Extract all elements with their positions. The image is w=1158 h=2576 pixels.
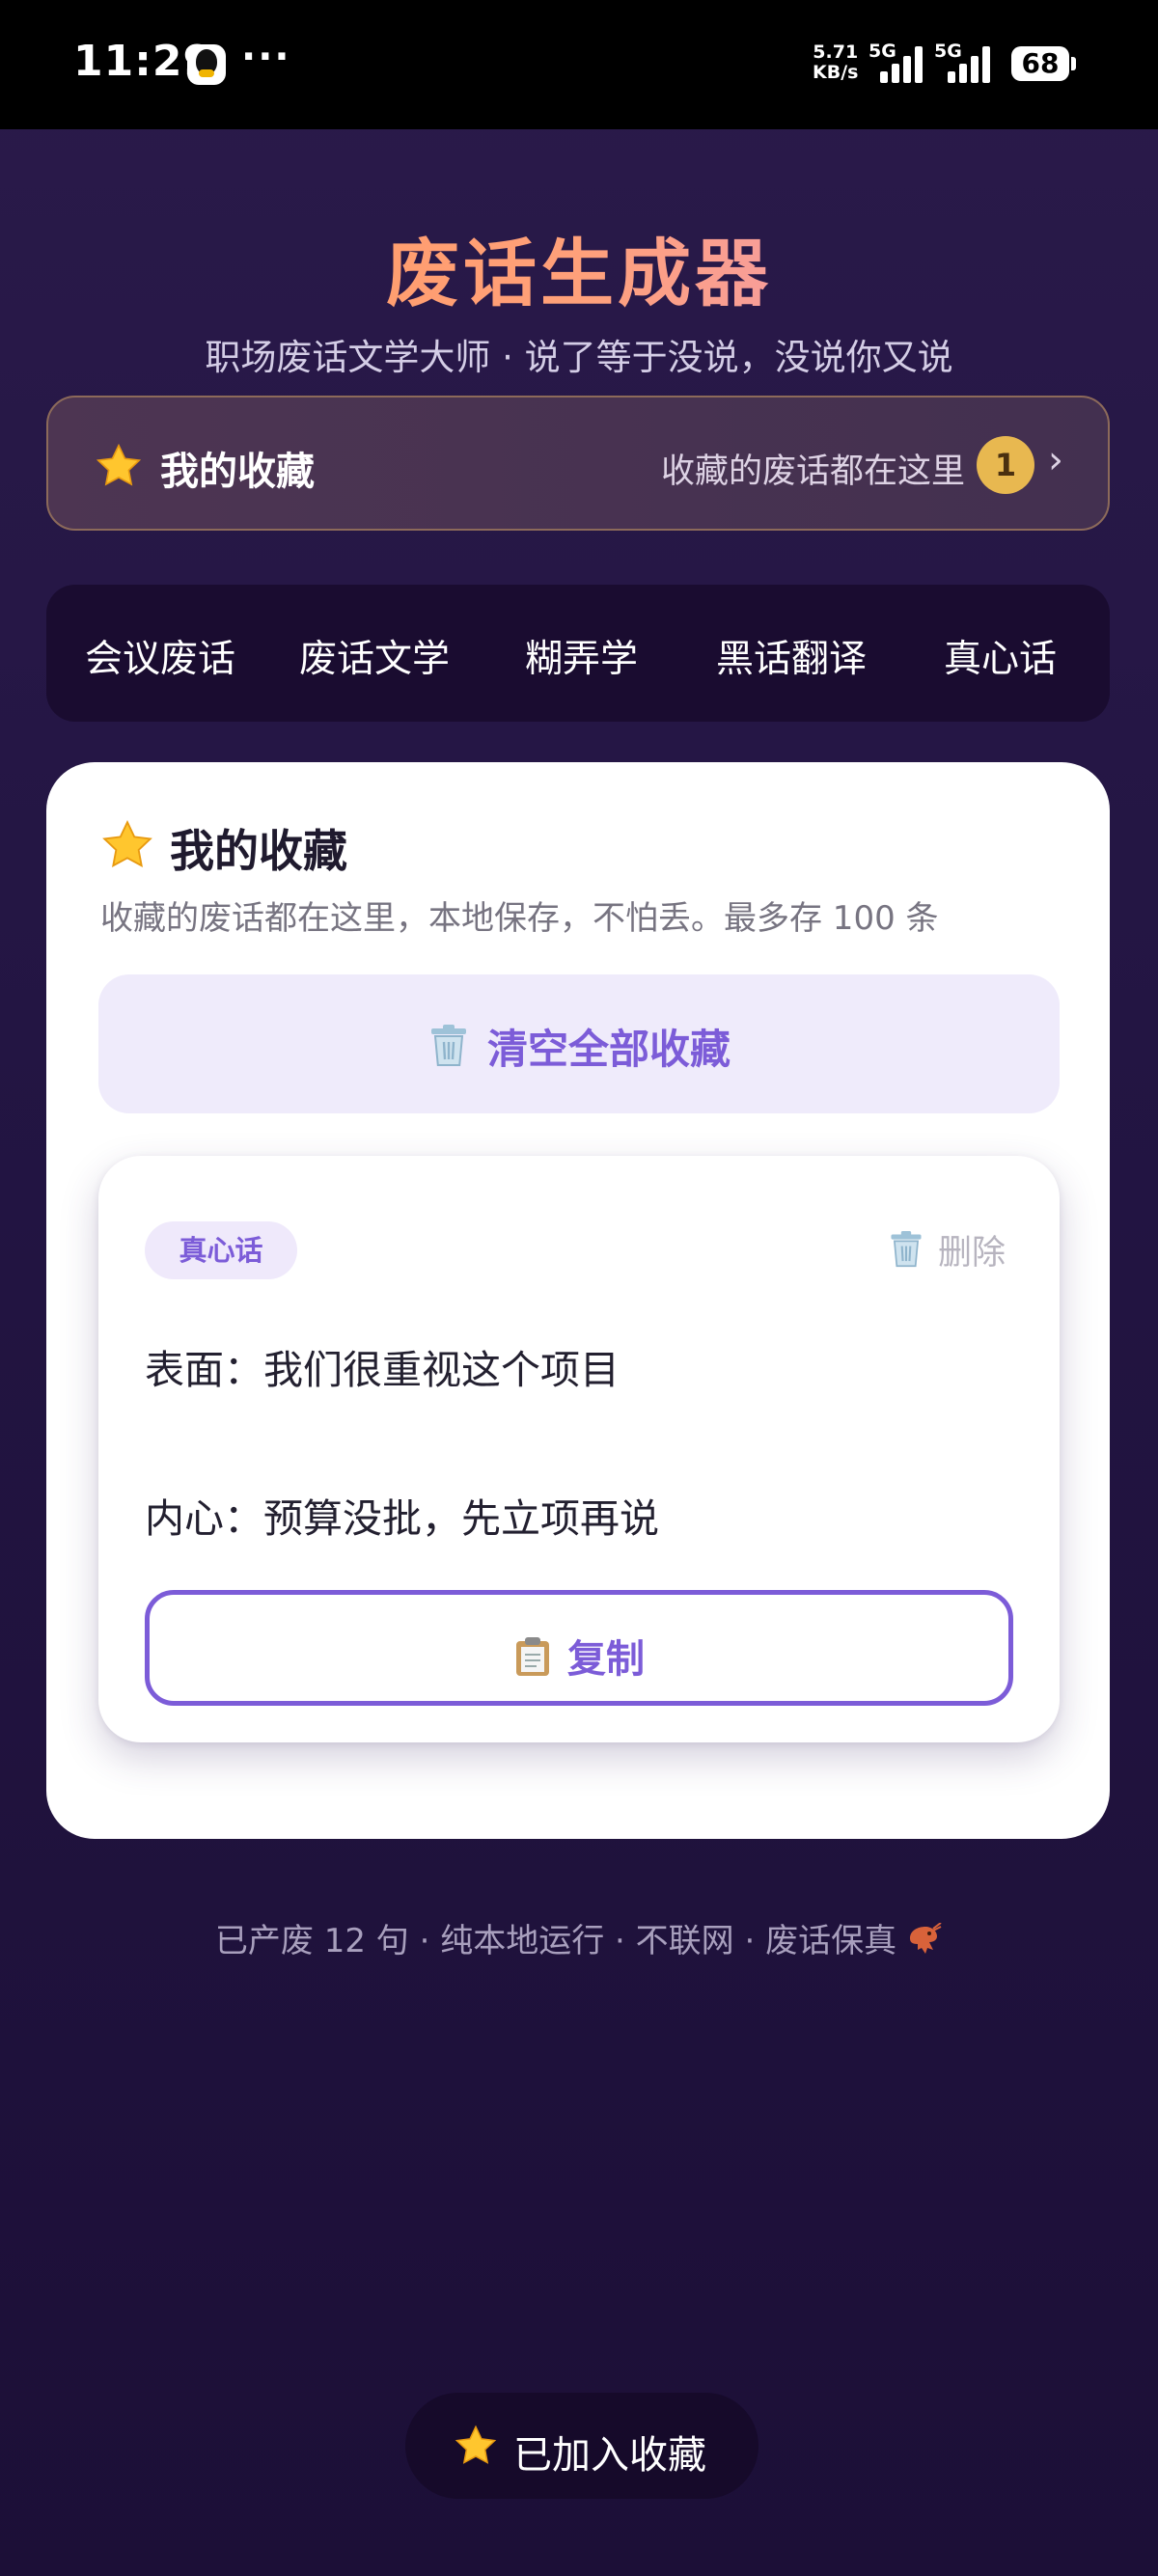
favorites-count-badge: 1 [977, 436, 1034, 494]
app-title: 废话生成器 [0, 214, 1158, 320]
clear-all-favorites-button[interactable]: 清空全部收藏 [98, 974, 1060, 1113]
toast-added-to-favorites: 已加入收藏 [405, 2393, 758, 2499]
favorites-card: 我的收藏 收藏的废话都在这里，本地保存，不怕丢。最多存 100 条 清空全部收藏… [46, 762, 1110, 1839]
shrimp-icon [910, 1923, 942, 1954]
category-tabs: 会议废话 废话文学 糊弄学 黑话翻译 真心话 [46, 585, 1110, 722]
qq-notification-icon [187, 44, 226, 85]
chevron-right-icon: › [1048, 438, 1063, 482]
surface-line: 表面：我们很重视这个项目 [145, 1347, 620, 1393]
sim1-signal-icon [872, 44, 926, 83]
tab-nonsense-literature[interactable]: 废话文学 [299, 629, 450, 683]
clear-all-label: 清空全部收藏 [486, 1026, 731, 1073]
battery-icon: 68 [1011, 46, 1076, 81]
network-speed-unit: KB/s [813, 62, 859, 83]
delete-label: 删除 [937, 1234, 1006, 1273]
tab-honest-words[interactable]: 真心话 [944, 629, 1057, 683]
star-icon [455, 2425, 497, 2464]
copy-label: 复制 [567, 1637, 645, 1682]
inner-line: 内心：预算没批，先立项再说 [145, 1495, 659, 1542]
status-bar: 11:29 ··· 5.71 KB/s 5G 5G 68 [0, 0, 1158, 129]
network-speed-value: 5.71 [813, 41, 859, 63]
tab-perfunctory[interactable]: 糊弄学 [525, 629, 638, 683]
delete-favorite-button[interactable]: 删除 [888, 1225, 1006, 1274]
trash-icon [891, 1231, 922, 1268]
network-speed: 5.71 KB/s [813, 42, 858, 83]
app-subtitle: 职场废话文学大师 · 说了等于没说，没说你又说 [205, 337, 953, 378]
star-icon [102, 820, 152, 867]
favorites-banner-hint: 收藏的废话都在这里 [660, 452, 965, 491]
tab-meeting[interactable]: 会议废话 [85, 629, 235, 683]
card-description: 收藏的废话都在这里，本地保存，不怕丢。最多存 100 条 [100, 899, 939, 938]
footer-stats: 已产废 12 句 · 纯本地运行 · 不联网 · 废话保真 [0, 1914, 1158, 1961]
card-title: 我的收藏 [170, 825, 347, 877]
footer-text: 已产废 12 句 · 纯本地运行 · 不联网 · 废话保真 [214, 1922, 897, 1960]
favorite-item: 真心话 删除 表面：我们很重视这个项目 内心：预算没批，先立项再说 复制 [98, 1156, 1060, 1742]
toast-text: 已加入收藏 [513, 2433, 706, 2478]
clipboard-icon [516, 1637, 549, 1676]
favorites-banner-label: 我的收藏 [160, 450, 315, 494]
category-tag: 真心话 [145, 1221, 297, 1279]
trash-icon [430, 1025, 466, 1066]
more-notifications-icon: ··· [241, 35, 291, 79]
star-icon [96, 443, 142, 486]
sim2-signal-icon [940, 44, 994, 83]
favorites-banner[interactable]: 我的收藏 收藏的废话都在这里 1 › [46, 396, 1110, 531]
copy-button[interactable]: 复制 [145, 1590, 1013, 1706]
tab-jargon-translation[interactable]: 黑话翻译 [716, 629, 867, 683]
